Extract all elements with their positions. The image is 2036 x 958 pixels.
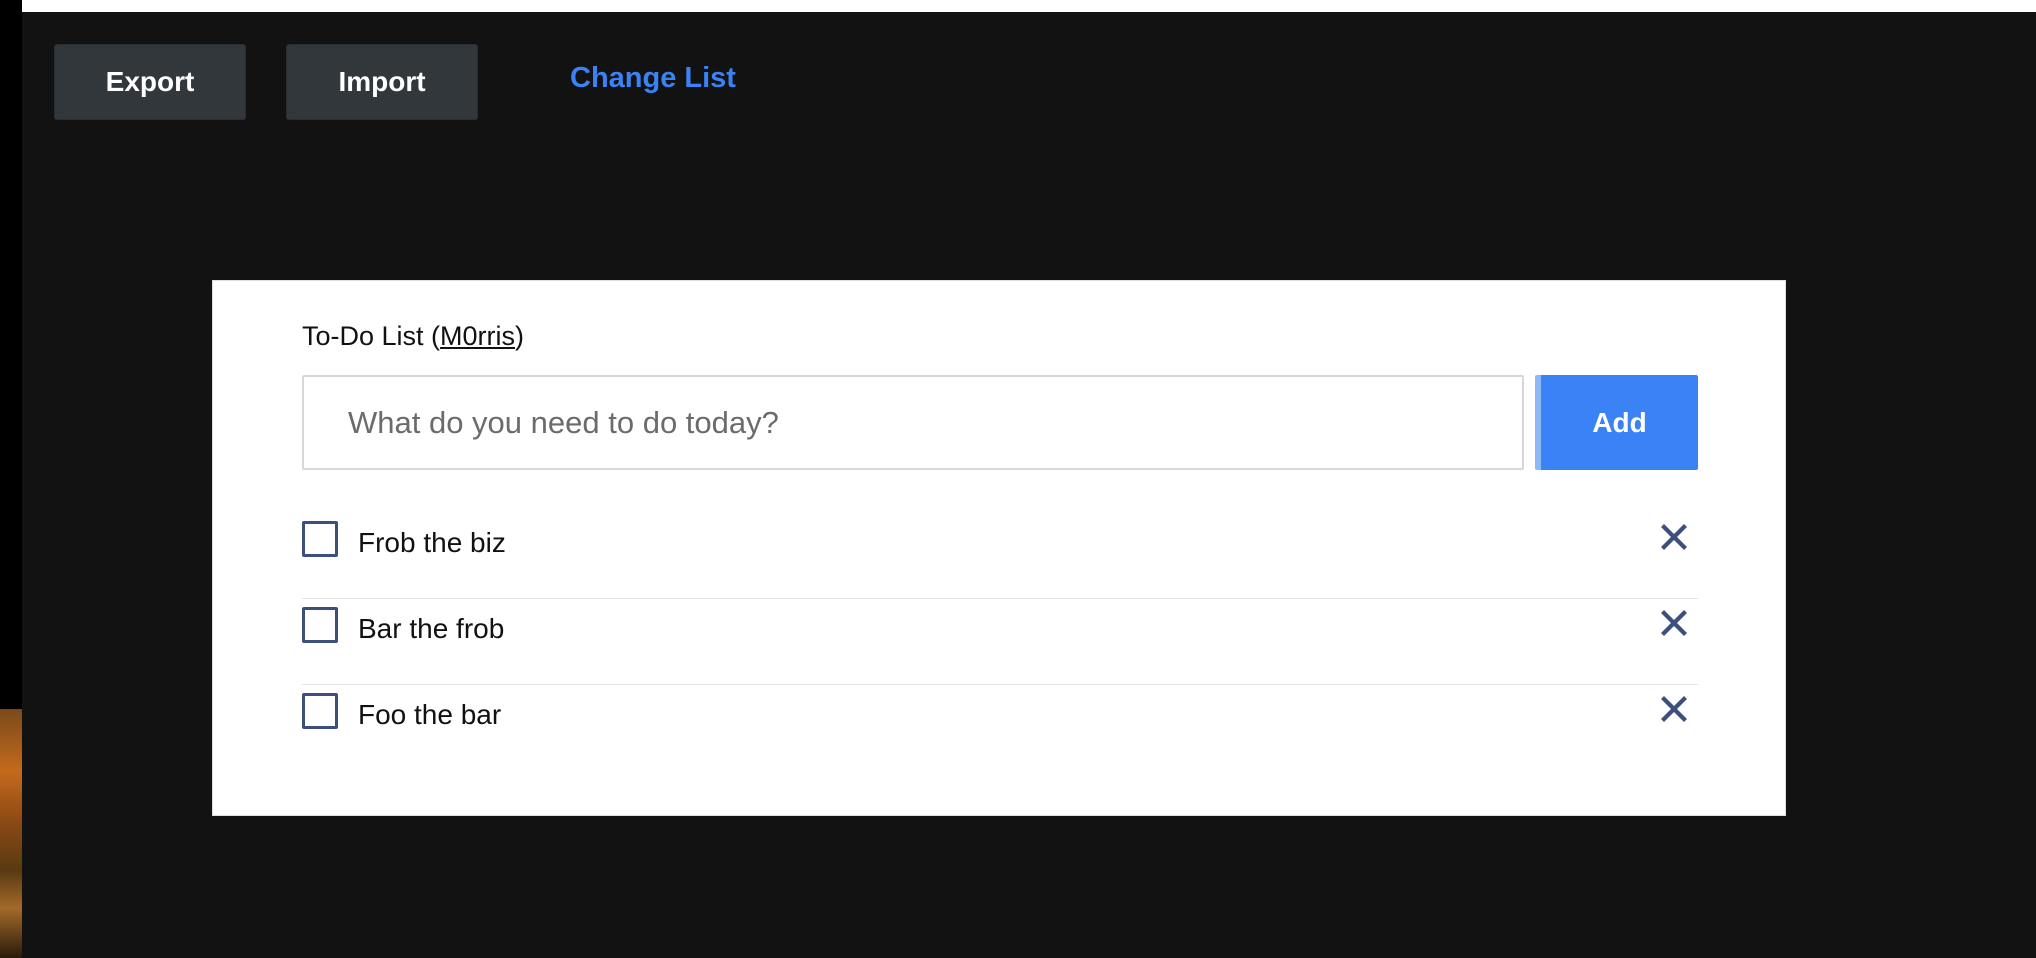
todo-list: Frob the biz Bar the frob Foo the bar: [302, 513, 1698, 771]
x-mark-icon[interactable]: [1656, 690, 1692, 726]
todo-item: Foo the bar: [302, 685, 1698, 771]
checkbox-icon[interactable]: [302, 521, 338, 557]
todo-item-text: Foo the bar: [358, 699, 502, 730]
todo-item: Bar the frob: [302, 599, 1698, 685]
x-mark-icon[interactable]: [1656, 518, 1692, 554]
title-prefix: To-Do List (: [302, 321, 441, 351]
list-owner-link[interactable]: M0rris: [440, 321, 515, 351]
todo-card: To-Do List (M0rris) Add Frob the biz Bar…: [212, 280, 1786, 816]
add-button[interactable]: Add: [1535, 375, 1698, 470]
todo-item-text: Frob the biz: [358, 527, 506, 558]
todo-item: Frob the biz: [302, 513, 1698, 599]
new-todo-input[interactable]: [302, 375, 1524, 470]
change-list-link[interactable]: Change List: [570, 62, 736, 95]
checkbox-icon[interactable]: [302, 693, 338, 729]
todo-item-text: Bar the frob: [358, 613, 505, 644]
desktop-wallpaper: [0, 709, 22, 958]
todo-title: To-Do List (M0rris): [302, 321, 524, 352]
title-suffix: ): [515, 321, 525, 351]
import-button[interactable]: Import: [286, 44, 478, 120]
app-window: Export Import Change List To-Do List (M0…: [22, 0, 2036, 958]
x-mark-icon[interactable]: [1656, 604, 1692, 640]
checkbox-icon[interactable]: [302, 607, 338, 643]
export-button[interactable]: Export: [54, 44, 246, 120]
top-bar: [22, 0, 2036, 12]
